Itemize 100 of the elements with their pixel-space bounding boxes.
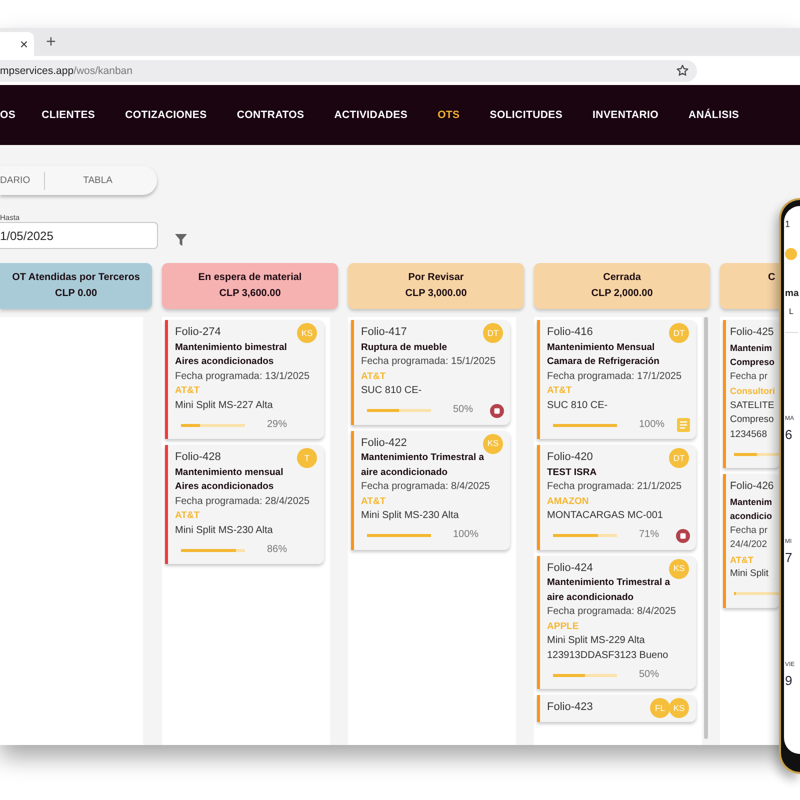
column-title: Por Revisar xyxy=(408,271,464,285)
progress-percent: 50% xyxy=(453,403,474,418)
card-title: Mantenimiento Trimestral a aire acondicionado xyxy=(361,451,486,480)
nav-link[interactable]: OTS xyxy=(438,109,460,121)
date-field[interactable]: 1/05/2025 xyxy=(0,222,158,249)
tab-close-button[interactable]: × xyxy=(0,32,34,56)
nav-link[interactable]: ANÁLISIS xyxy=(688,109,740,121)
column-total: CLP 0.00 xyxy=(54,287,98,301)
stop-icon[interactable] xyxy=(490,404,504,418)
progress-bar xyxy=(553,424,617,426)
progress-percent: 29% xyxy=(267,418,288,432)
equipment-text: SUC 810 CE- xyxy=(547,398,609,412)
card-title: Mantenimiento Trimestral a aire acondicionado xyxy=(547,576,672,604)
nav-link[interactable]: CONTRATOS xyxy=(236,109,304,121)
avatar-initials: DT xyxy=(483,323,503,343)
new-tab-button[interactable]: + xyxy=(42,32,60,52)
day-number: 9 xyxy=(785,673,792,688)
equipment-text: SATELITE xyxy=(730,398,776,412)
folio-number: Folio-422 xyxy=(361,436,407,450)
progress-percent: 71% xyxy=(639,528,660,542)
client-name: AT&T xyxy=(547,384,573,398)
progress-percent: 100% xyxy=(453,528,479,542)
column-total: CLP 2,000.00 xyxy=(591,287,653,301)
nav-link[interactable]: ACTIVIDADES xyxy=(334,109,408,121)
folio-number: Folio-426 xyxy=(730,479,774,494)
nav-link[interactable]: COTIZACIONES xyxy=(125,109,207,121)
view-tab[interactable]: DARIO xyxy=(0,172,46,190)
card-title: Ruptura de mueble xyxy=(361,340,448,354)
progress-bar xyxy=(181,424,245,426)
filter-icon[interactable] xyxy=(175,234,187,246)
column-total: CLP 3,600.00 xyxy=(219,287,281,301)
column-total: CLP 3,000.00 xyxy=(405,287,467,301)
task-card[interactable]: Folio-420 DT TEST ISRA Fecha programada: 21/1/2025 AMAZON MONTACARGAS MC-001 71% xyxy=(537,445,696,550)
progress-bar xyxy=(734,452,780,456)
task-card[interactable]: Folio-428 T Mantenimiento mensual Aires acondicionados Fecha programada: 28/4/2025 AT&T Mini Split MS-230 Alta 86% xyxy=(165,445,324,564)
avatar-initials: DT xyxy=(669,323,689,343)
task-card[interactable]: Folio-423 FL KS xyxy=(537,695,696,722)
equipment-text: Mini Split MS-229 Alta xyxy=(547,634,646,648)
client-name: AMAZON xyxy=(547,494,590,508)
equipment-text: SUC 810 CE- xyxy=(361,384,423,398)
task-card[interactable]: Folio-426 Mantenim acondicio Fecha pr 24/4/202 AT&T Mini Split xyxy=(723,474,780,608)
task-card[interactable]: Folio-424 KS Mantenimiento Trimestral a aire acondicionado Fecha programada: 8/4/2025 APPLE Mini Split MS-229 Alta 123913DDASF3123 Bueno 50% xyxy=(537,556,696,689)
scheduled-date: Fecha programada: 8/4/2025 xyxy=(361,480,491,494)
equipment-text: Mini Split xyxy=(730,567,770,581)
progress-bar xyxy=(181,548,245,552)
client-name: AT&T xyxy=(175,384,201,398)
card-title: Mantenimiento mensual Aires acondicionados xyxy=(175,466,284,494)
client-name: Consultori xyxy=(730,385,776,398)
card-title: Mantenimiento Mensual Camara de Refrigeración xyxy=(547,340,660,369)
avatar-initials: KS xyxy=(669,558,689,578)
stop-icon[interactable] xyxy=(676,528,690,542)
scheduled-date: Fecha programada: 13/1/2025 xyxy=(175,370,311,384)
folio-number: Folio-274 xyxy=(175,325,221,340)
card-title: Mantenimiento bimestral Aires acondicionados xyxy=(175,340,288,369)
folio-number: Folio-417 xyxy=(361,325,407,340)
card-title: TEST ISRA xyxy=(547,466,598,480)
day-number: 6 xyxy=(785,427,792,442)
phone-heading: ma xyxy=(785,288,799,300)
view-tab[interactable]: TABLA xyxy=(45,172,126,190)
scheduled-date: Fecha programada: 15/1/2025 xyxy=(361,355,497,369)
address-bar[interactable]: mpservices.app/wos/kanban xyxy=(0,60,697,82)
task-card[interactable]: Folio-425 Mantenim Compreso Fecha pr Consultori SATELITE Compreso 1234568 xyxy=(723,320,780,468)
day-number: 7 xyxy=(785,550,792,565)
scrollbar[interactable] xyxy=(704,317,708,739)
column-title: En espera de material xyxy=(198,271,302,285)
column-title: OT Atendidas por Terceros xyxy=(12,271,140,285)
scheduled-date: Fecha pr xyxy=(730,370,768,384)
avatar-initials: DT xyxy=(669,448,689,468)
task-card[interactable]: Folio-422 KS Mantenimiento Trimestral a aire acondicionado Fecha programada: 8/4/2025 AT&T Mini Split MS-230 Alta 100% xyxy=(351,430,510,550)
avatar-initials: FL xyxy=(650,698,670,718)
progress-bar xyxy=(553,534,617,537)
column-title: C xyxy=(768,271,776,285)
task-card[interactable]: Folio-416 DT Mantenimiento Mensual Camara de Refrigeración Fecha programada: 17/1/2025 AT&T SUC 810 CE- 100% xyxy=(537,320,696,439)
scheduled-date: Fecha programada: 8/4/2025 xyxy=(547,605,677,619)
client-name: AT&T xyxy=(361,494,387,508)
status-time: 1 xyxy=(785,218,790,230)
nav-link[interactable]: OS xyxy=(0,109,16,121)
equipment-text: Mini Split MS-230 Alta xyxy=(361,509,460,523)
progress-percent: 50% xyxy=(639,668,660,682)
client-name: AT&T xyxy=(175,509,201,523)
progress-bar xyxy=(734,592,780,595)
avatar-initials: KS xyxy=(669,698,689,718)
scheduled-date: Fecha programada: 17/1/2025 xyxy=(547,370,683,384)
folio-number: Folio-423 xyxy=(547,700,593,714)
column-title: Cerrada xyxy=(603,271,641,285)
equipment-text: 1234568 xyxy=(730,428,768,442)
progress-percent: 86% xyxy=(267,542,288,557)
equipment-text: Mini Split MS-230 Alta xyxy=(175,524,274,538)
folio-number: Folio-420 xyxy=(547,450,593,464)
star-icon[interactable] xyxy=(676,64,689,77)
nav-link[interactable]: INVENTARIO xyxy=(592,109,659,121)
scheduled-date: Fecha pr 24/4/202 xyxy=(730,524,768,552)
nav-link[interactable]: SOLICITUDES xyxy=(490,109,563,121)
progress-bar xyxy=(367,409,431,412)
client-name: AT&T xyxy=(730,554,754,566)
task-card[interactable]: Folio-417 DT Ruptura de mueble Fecha programada: 15/1/2025 AT&T SUC 810 CE- 50% xyxy=(351,320,510,424)
nav-link[interactable]: CLIENTES xyxy=(42,109,96,121)
card-title: Mantenim acondicio xyxy=(730,496,774,523)
task-card[interactable]: Folio-274 KS Mantenimiento bimestral Aires acondicionados Fecha programada: 13/1/2025 AT&T Mini Split MS-227 Alta 29% xyxy=(165,320,324,439)
client-name: AT&T xyxy=(361,370,387,384)
